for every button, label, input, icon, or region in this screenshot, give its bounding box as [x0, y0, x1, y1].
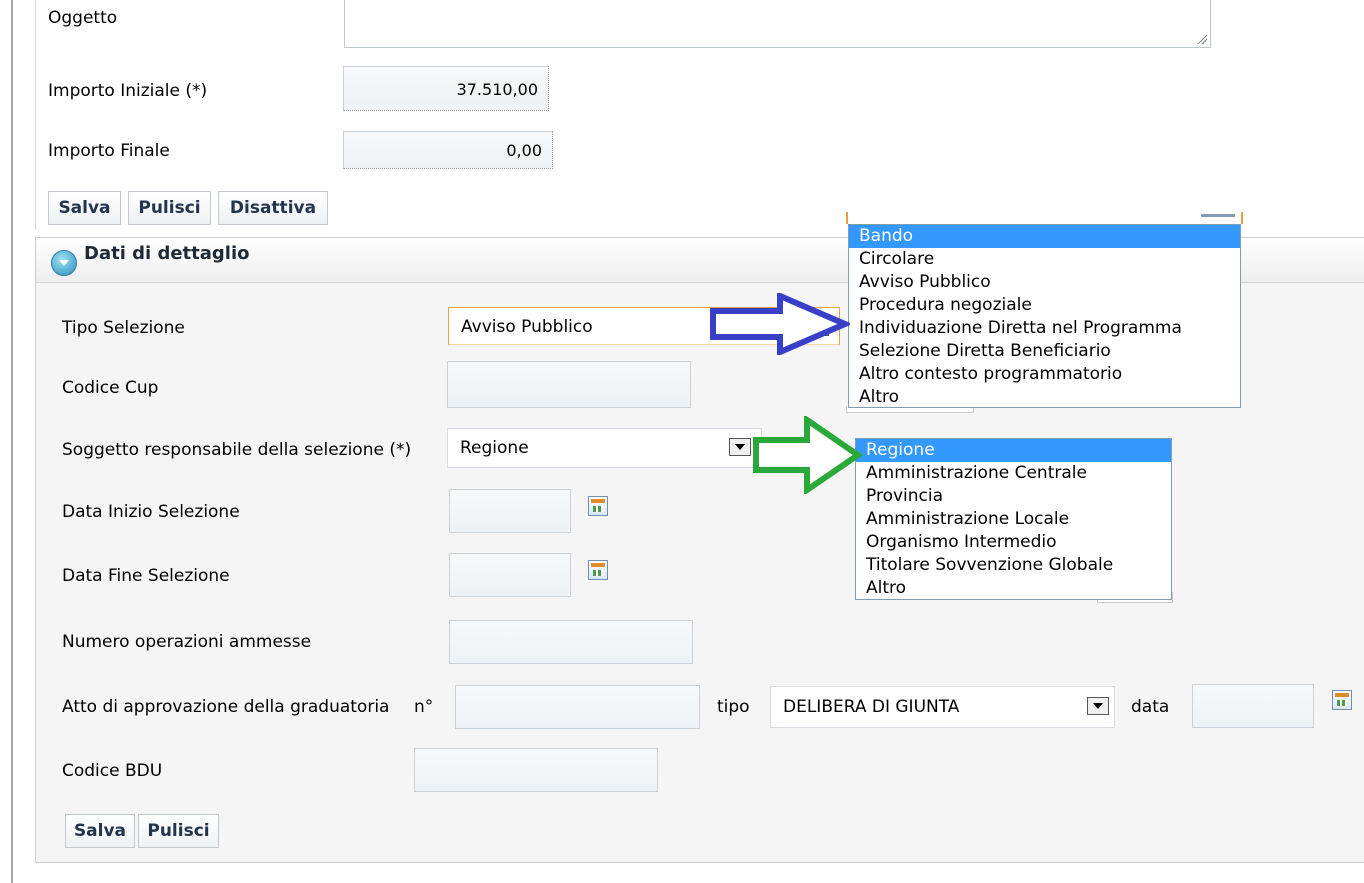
- oggetto-label: Oggetto: [48, 8, 118, 28]
- data-inizio-field[interactable]: [449, 489, 571, 533]
- list-item[interactable]: Circolare: [849, 248, 1240, 271]
- list-item[interactable]: Individuazione Diretta nel Programma: [849, 317, 1240, 340]
- atto-label: Atto di approvazione della graduatoria: [62, 697, 390, 717]
- atto-tipo-value: DELIBERA DI GIUNTA: [783, 697, 960, 717]
- salva-dettaglio-button[interactable]: Salva: [65, 814, 135, 848]
- soggetto-label: Soggetto responsabile della selezione (*…: [62, 440, 412, 460]
- salva-button[interactable]: Salva: [48, 191, 121, 225]
- codice-cup-field[interactable]: [447, 361, 691, 408]
- disattiva-button[interactable]: Disattiva: [218, 191, 328, 225]
- atto-numero-field[interactable]: [455, 685, 700, 729]
- calendar-icon[interactable]: [1332, 690, 1352, 710]
- resize-handle-icon[interactable]: [1197, 34, 1207, 44]
- tipo-selezione-dropdown[interactable]: Bando Circolare Avviso Pubblico Procedur…: [848, 224, 1241, 408]
- list-item[interactable]: Amministrazione Locale: [856, 508, 1171, 531]
- importo-finale-field[interactable]: 0,00: [343, 131, 553, 169]
- list-item[interactable]: Selezione Diretta Beneficiario: [849, 340, 1240, 363]
- numero-operazioni-label: Numero operazioni ammesse: [62, 632, 312, 652]
- page-left-border: [11, 0, 13, 883]
- atto-tipo-label: tipo: [717, 697, 750, 717]
- green-arrow-icon: [753, 416, 864, 494]
- list-item[interactable]: Altro: [849, 386, 1240, 409]
- soggetto-value: Regione: [460, 438, 529, 458]
- data-inizio-label: Data Inizio Selezione: [62, 502, 240, 522]
- list-item[interactable]: Avviso Pubblico: [849, 271, 1240, 294]
- list-item[interactable]: Procedura negoziale: [849, 294, 1240, 317]
- soggetto-dropdown[interactable]: Regione Amministrazione Centrale Provinc…: [855, 438, 1172, 600]
- collapse-icon[interactable]: [51, 250, 77, 276]
- list-item[interactable]: Altro contesto programmatorio: [849, 363, 1240, 386]
- form-left-border: [35, 0, 36, 230]
- importo-finale-label: Importo Finale: [48, 141, 170, 161]
- data-fine-field[interactable]: [449, 553, 571, 597]
- list-item[interactable]: Provincia: [856, 485, 1171, 508]
- importo-iniziale-label: Importo Iniziale (*): [48, 81, 208, 101]
- atto-n-label: n°: [414, 697, 434, 717]
- importo-iniziale-field[interactable]: 37.510,00: [343, 66, 549, 111]
- data-fine-label: Data Fine Selezione: [62, 566, 230, 586]
- atto-tipo-select[interactable]: DELIBERA DI GIUNTA: [770, 686, 1115, 728]
- tipo-selezione-dropdown-frame: [846, 212, 1243, 224]
- tipo-selezione-label: Tipo Selezione: [62, 318, 185, 338]
- calendar-icon[interactable]: [588, 496, 608, 516]
- atto-data-label: data: [1131, 697, 1170, 717]
- tipo-selezione-value: Avviso Pubblico: [461, 317, 593, 337]
- section-title: Dati di dettaglio: [84, 243, 250, 264]
- list-item[interactable]: Bando: [849, 225, 1240, 248]
- calendar-icon[interactable]: [588, 560, 608, 580]
- pulisci-dettaglio-button[interactable]: Pulisci: [138, 814, 219, 848]
- blue-arrow-icon: [710, 293, 850, 355]
- chevron-down-icon[interactable]: [729, 438, 751, 456]
- atto-data-field[interactable]: [1192, 684, 1314, 728]
- pulisci-button[interactable]: Pulisci: [128, 191, 211, 225]
- soggetto-select[interactable]: Regione: [447, 428, 762, 468]
- list-item[interactable]: Amministrazione Centrale: [856, 462, 1171, 485]
- codice-cup-label: Codice Cup: [62, 378, 159, 398]
- list-item[interactable]: Organismo Intermedio: [856, 531, 1171, 554]
- numero-operazioni-field[interactable]: [449, 620, 693, 664]
- list-item[interactable]: Titolare Sovvenzione Globale: [856, 554, 1171, 577]
- list-item[interactable]: Altro: [856, 577, 1171, 600]
- codice-bdu-field[interactable]: [414, 748, 658, 792]
- chevron-down-icon[interactable]: [1087, 697, 1109, 715]
- oggetto-textarea[interactable]: [344, 0, 1211, 48]
- codice-bdu-label: Codice BDU: [62, 761, 163, 781]
- list-item[interactable]: Regione: [856, 439, 1171, 462]
